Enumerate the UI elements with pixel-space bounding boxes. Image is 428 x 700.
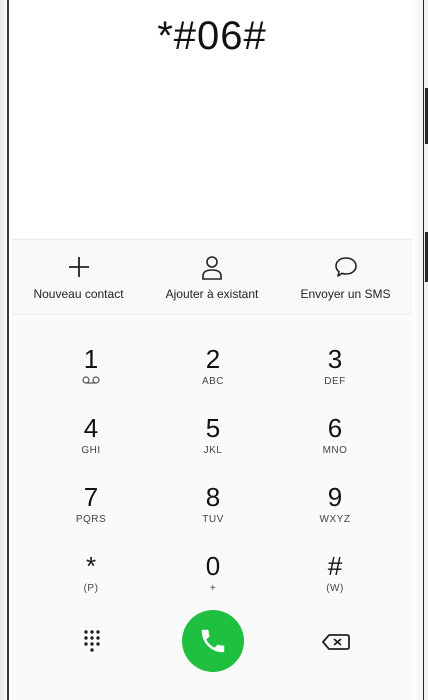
key-4[interactable]: 4 GHI xyxy=(41,414,141,476)
key-digit: 1 xyxy=(83,344,99,374)
key-letters: PQRS xyxy=(75,514,107,525)
plus-icon xyxy=(68,257,89,277)
key-5[interactable]: 5 JKL xyxy=(163,414,263,476)
device-edge-right xyxy=(423,0,424,700)
voicemail-icon xyxy=(41,376,141,387)
key-letters: WXYZ xyxy=(319,514,351,525)
add-to-existing-button[interactable]: Ajouter à existant xyxy=(145,240,279,314)
key-digit: 8 xyxy=(205,482,221,512)
key-letters: GHI xyxy=(81,445,101,456)
send-sms-button[interactable]: Envoyer un SMS xyxy=(279,240,412,314)
number-display: *#06# xyxy=(12,0,412,238)
device-edge-left xyxy=(7,0,9,700)
action-row: Nouveau contact Ajouter à existant Envoy… xyxy=(12,239,412,315)
key-digit: 6 xyxy=(327,413,343,443)
key-8[interactable]: 8 TUV xyxy=(163,483,263,545)
new-contact-button[interactable]: Nouveau contact xyxy=(12,240,145,314)
key-1[interactable]: 1 xyxy=(41,345,141,407)
key-7[interactable]: 7 PQRS xyxy=(41,483,141,545)
delete-button[interactable] xyxy=(320,630,352,654)
dialpad-icon xyxy=(84,630,100,652)
key-digit: 2 xyxy=(205,344,221,374)
key-digit: 3 xyxy=(327,344,343,374)
key-letters: + xyxy=(209,583,217,594)
backspace-icon xyxy=(322,634,350,650)
key-letters: (P) xyxy=(83,583,99,594)
key-digit: 9 xyxy=(327,482,343,512)
key-digit: 0 xyxy=(205,551,221,581)
key-letters: JKL xyxy=(203,445,223,456)
add-to-existing-label: Ajouter à existant xyxy=(165,287,259,301)
phone-icon xyxy=(201,629,225,653)
key-letters: (W) xyxy=(326,583,344,594)
message-bubble-icon xyxy=(334,257,357,277)
key-digit: 4 xyxy=(83,413,99,443)
key-digit: # xyxy=(327,551,343,581)
dialer-screen: *#06# Nouveau contact Ajouter à existant… xyxy=(12,0,412,700)
key-letters: DEF xyxy=(324,376,346,387)
key-0[interactable]: 0 + xyxy=(163,552,263,614)
dialpad-toggle-button[interactable] xyxy=(74,628,110,656)
key-letters: MNO xyxy=(322,445,348,456)
key-digit: 5 xyxy=(205,413,221,443)
key-2[interactable]: 2 ABC xyxy=(163,345,263,407)
key-letters: TUV xyxy=(202,514,224,525)
key-digit: * xyxy=(85,551,97,581)
key-hash[interactable]: # (W) xyxy=(285,552,385,614)
key-star[interactable]: * (P) xyxy=(41,552,141,614)
person-icon xyxy=(202,256,222,280)
dialed-number[interactable]: *#06# xyxy=(12,14,412,59)
key-9[interactable]: 9 WXYZ xyxy=(285,483,385,545)
new-contact-label: Nouveau contact xyxy=(33,287,124,301)
call-button[interactable] xyxy=(182,610,244,672)
key-digit: 7 xyxy=(83,482,99,512)
key-6[interactable]: 6 MNO xyxy=(285,414,385,476)
key-3[interactable]: 3 DEF xyxy=(285,345,385,407)
key-letters: ABC xyxy=(201,376,225,387)
send-sms-label: Envoyer un SMS xyxy=(300,287,391,301)
